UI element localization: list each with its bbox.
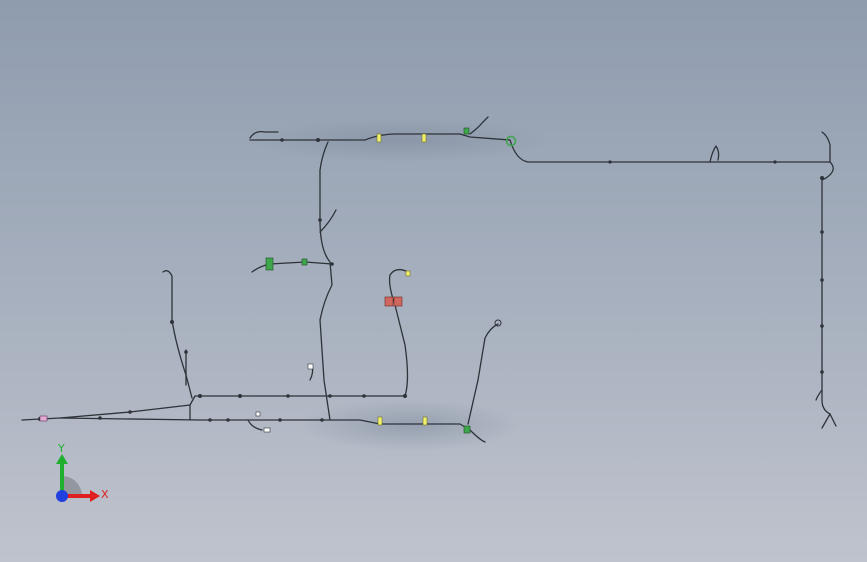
- connector-red-1[interactable]: [384, 296, 394, 307]
- right-bottom-fork: [821, 413, 837, 429]
- green-branch-wire: [251, 261, 333, 273]
- right-lower-stub: [815, 389, 823, 401]
- connector-white-2[interactable]: [263, 427, 271, 433]
- connector-white-3[interactable]: [255, 411, 261, 417]
- coordinate-triad: Y X: [56, 442, 109, 502]
- center-upper-branch: [319, 209, 337, 233]
- z-axis-dot: [56, 490, 68, 502]
- x-axis-label: X: [101, 488, 109, 501]
- stub-2: [247, 419, 263, 431]
- loop-branch: [709, 145, 720, 163]
- right-trunk-wire: [509, 139, 831, 163]
- wire-harness-model[interactable]: [0, 0, 867, 562]
- junction-dots: [38, 138, 824, 422]
- connector-green-large[interactable]: [265, 257, 274, 271]
- connector-yellow-4[interactable]: [422, 416, 428, 426]
- connector-coil[interactable]: [494, 319, 502, 327]
- right-vertical-wire: [821, 161, 834, 415]
- shadow-bottom: [300, 399, 520, 451]
- y-axis-label: Y: [57, 442, 65, 455]
- connector-white-1[interactable]: [307, 363, 314, 370]
- connector-yellow-1[interactable]: [376, 133, 382, 143]
- right-top-stub: [821, 131, 831, 163]
- connector-yellow-tip[interactable]: [405, 270, 411, 277]
- connector-red-2[interactable]: [393, 296, 403, 307]
- x-axis-arrow-head: [90, 490, 100, 502]
- harness-wires: [21, 116, 837, 443]
- connector-pink[interactable]: [39, 415, 48, 422]
- connector-yellow-3[interactable]: [377, 416, 383, 426]
- connector-green-top[interactable]: [463, 127, 470, 135]
- y-axis-arrow-head: [56, 454, 68, 464]
- connector-green-small[interactable]: [301, 258, 308, 266]
- red-branch-wire: [388, 268, 409, 397]
- connector-yellow-2[interactable]: [421, 133, 427, 143]
- connector-green-bottom[interactable]: [463, 425, 471, 434]
- left-vertical-wire: [162, 270, 193, 399]
- connectors[interactable]: [39, 127, 517, 434]
- center-vertical-wire: [319, 141, 333, 421]
- cad-3d-viewport[interactable]: Y X: [0, 0, 867, 562]
